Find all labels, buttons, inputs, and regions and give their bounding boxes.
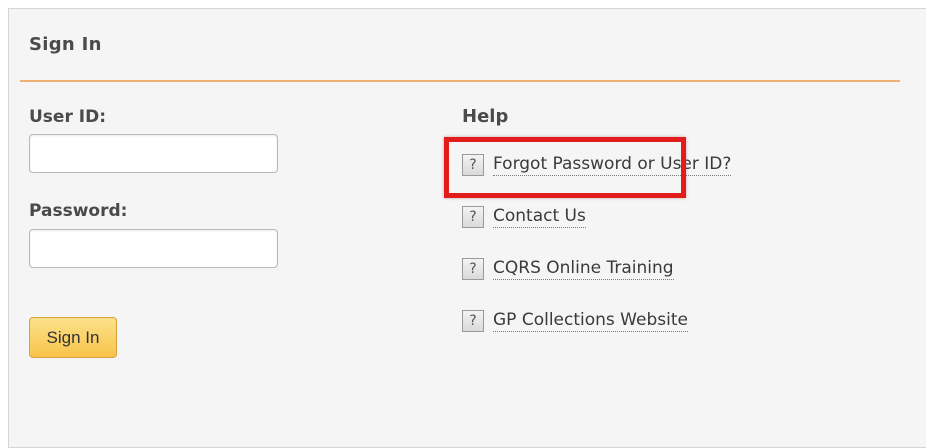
title-divider <box>20 80 900 82</box>
user-id-label: User ID: <box>29 107 106 127</box>
contact-us-link[interactable]: Contact Us <box>493 206 586 228</box>
help-heading: Help <box>462 106 509 127</box>
sign-in-button[interactable]: Sign In <box>29 317 117 358</box>
forgot-password-link[interactable]: Forgot Password or User ID? <box>493 154 732 176</box>
panel-title: Sign In <box>29 34 102 55</box>
password-label: Password: <box>29 201 128 221</box>
password-input[interactable] <box>29 229 278 268</box>
help-item-forgot-password[interactable]: ? Forgot Password or User ID? <box>462 152 732 178</box>
help-item-contact-us[interactable]: ? Contact Us <box>462 204 586 230</box>
help-item-gp-collections[interactable]: ? GP Collections Website <box>462 308 688 334</box>
question-icon[interactable]: ? <box>462 310 484 332</box>
question-icon[interactable]: ? <box>462 154 484 176</box>
user-id-input[interactable] <box>29 134 278 173</box>
cqrs-online-training-link[interactable]: CQRS Online Training <box>493 258 674 280</box>
question-icon[interactable]: ? <box>462 258 484 280</box>
help-item-cqrs-training[interactable]: ? CQRS Online Training <box>462 256 674 282</box>
question-icon[interactable]: ? <box>462 206 484 228</box>
gp-collections-website-link[interactable]: GP Collections Website <box>493 310 688 332</box>
